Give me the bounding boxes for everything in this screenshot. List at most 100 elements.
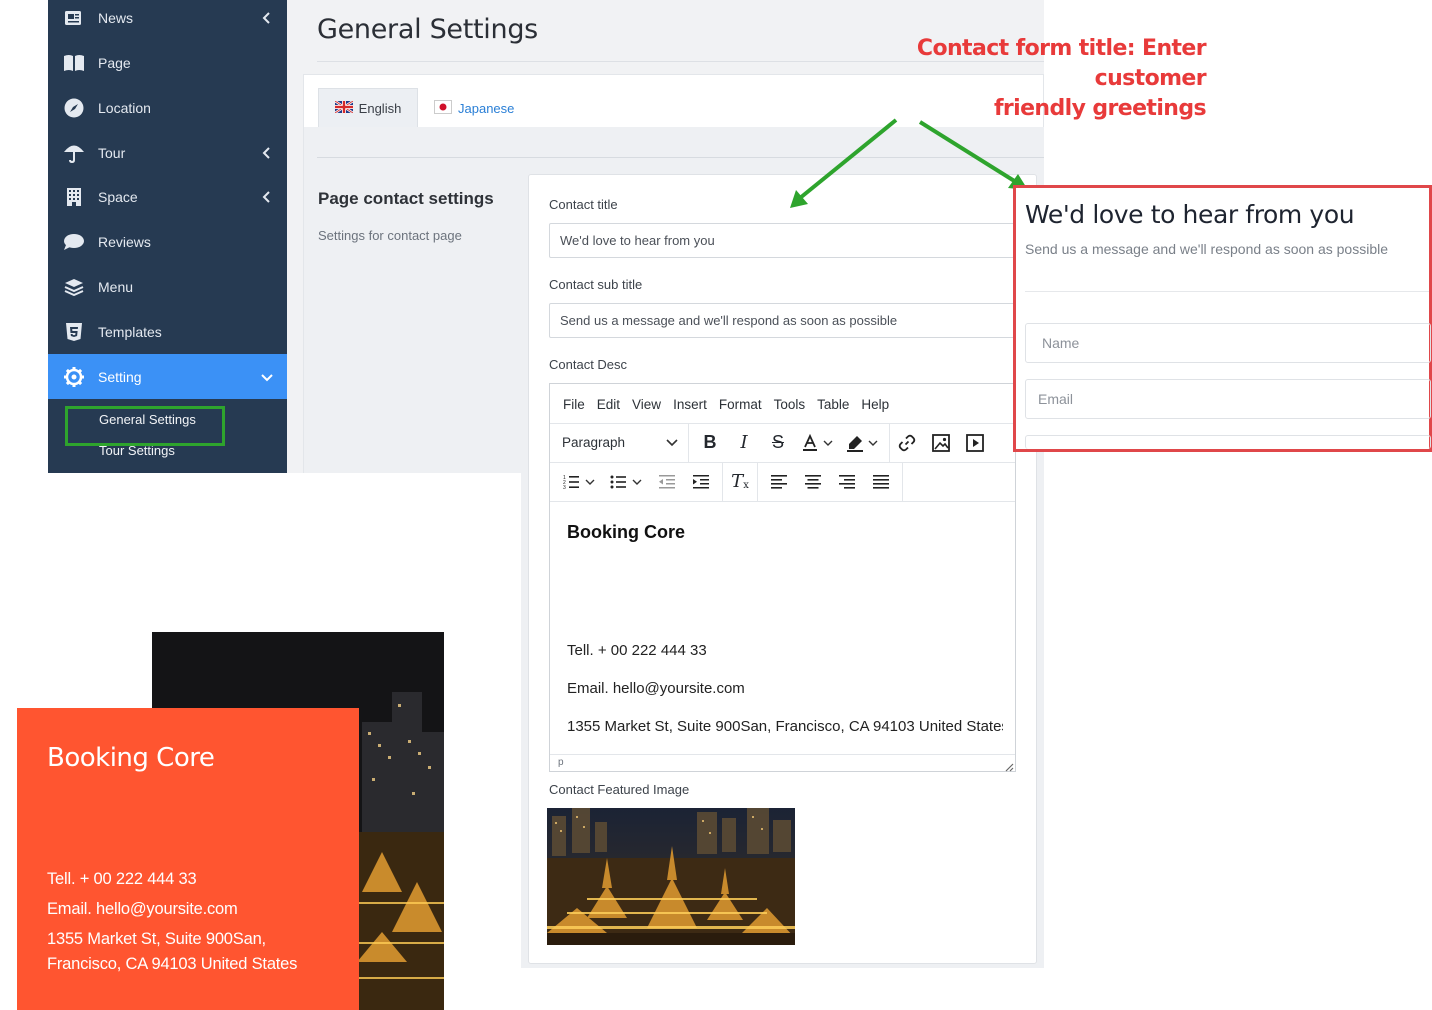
contact-desc-label: Contact Desc [549,357,628,372]
text-color-icon[interactable] [795,426,839,460]
sidebar-item-page[interactable]: Page [48,41,287,85]
sidebar-item-label: Location [98,100,151,116]
align-right-icon[interactable] [830,465,864,499]
menu-format[interactable]: Format [715,397,770,412]
strikethrough-icon[interactable]: S [761,426,795,460]
sidebar-item-space[interactable]: Space [48,175,287,219]
sidebar-item-label: Templates [98,324,162,340]
contact-title-input[interactable]: We'd love to hear from you [549,223,1019,258]
featured-image[interactable] [547,808,795,945]
editor-menubar: File Edit View Insert Format Tools Table… [550,385,897,423]
sidebar-item-label: News [98,10,134,26]
contact-card-title: Booking Core [47,743,215,773]
preview-title: We'd love to hear from you [1025,200,1355,229]
menu-help[interactable]: Help [857,397,897,412]
contact-card-email: Email. hello@yoursite.com [47,900,238,918]
sidebar-item-label: Menu [98,279,134,295]
bullet-list-icon[interactable] [602,465,650,499]
sidebar-item-tour[interactable]: Tour [48,131,287,175]
preview-email-input[interactable]: Email [1025,379,1431,419]
element-path[interactable]: p [558,757,564,768]
contact-subtitle-label: Contact sub title [549,277,643,292]
contact-card-address-1: 1355 Market St, Suite 900San, [47,930,266,948]
sidebar-item-label: Tour [98,145,126,161]
preview-name-input[interactable]: Name [1025,323,1431,363]
contact-card-address-2: Francisco, CA 94103 United States [47,955,298,973]
sidebar-item-news[interactable]: News [48,0,287,40]
sidebar-item-location[interactable]: Location [48,86,287,130]
newspaper-icon [48,9,98,27]
sidebar-item-setting[interactable]: Setting [48,354,287,399]
menu-file[interactable]: File [550,397,593,412]
editor-heading: Booking Core [567,522,686,542]
chevron-left-icon [247,147,287,159]
tab-label: Japanese [458,100,515,116]
admin-sidebar: News Page Location Tour Space Reviews Me… [48,0,287,473]
editor-toolbar-row-1: Paragraph B I S [550,423,1015,462]
uk-flag-icon [334,99,354,116]
gear-icon [48,366,98,388]
section-description: Settings for contact page [318,228,462,243]
tab-japanese[interactable]: Japanese [434,96,514,120]
comment-icon [48,233,98,251]
indent-icon[interactable] [684,465,718,499]
book-icon [48,54,98,72]
chevron-left-icon [247,191,287,203]
sidebar-item-label: Setting [98,368,142,385]
align-center-icon[interactable] [796,465,830,499]
contact-card-tel: Tell. + 00 222 444 33 [47,870,197,888]
annotation-arrows [790,118,1028,208]
featured-image-label: Contact Featured Image [549,782,690,797]
bold-icon[interactable]: B [693,426,727,460]
chevron-down-icon [247,372,287,382]
menu-tools[interactable]: Tools [770,397,814,412]
annotation-line-1: Contact form title: Enter customer [916,36,1207,91]
menu-insert[interactable]: Insert [669,397,715,412]
contact-title-label: Contact title [549,197,618,212]
compass-icon [48,98,98,118]
link-icon[interactable] [890,426,924,460]
italic-icon[interactable]: I [727,426,761,460]
umbrella-icon [48,143,98,163]
sidebar-item-label: Space [98,189,138,205]
resize-handle-icon[interactable] [1004,759,1014,777]
numbered-list-icon[interactable]: 123 [550,465,602,499]
sidebar-item-reviews[interactable]: Reviews [48,220,287,264]
menu-view[interactable]: View [628,397,669,412]
highlight-color-icon[interactable] [839,426,885,460]
clear-formatting-icon[interactable]: Tx [723,465,757,499]
media-icon[interactable] [958,426,992,460]
chevron-down-icon [666,435,678,450]
layers-icon [48,278,98,296]
editor-toolbar-row-2: 123 Tx [550,462,1015,501]
sidebar-item-templates[interactable]: Templates [48,310,287,354]
align-justify-icon[interactable] [864,465,898,499]
block-format-select[interactable]: Paragraph [550,424,688,462]
editor-statusbar: p [550,754,1015,771]
highlight-box [65,406,225,446]
preview-subtitle: Send us a message and we'll respond as s… [1025,241,1389,257]
editor-line-address-clip: 1355 Market St, Suite 900San, Francisco,… [567,718,1003,735]
sidebar-item-menu[interactable]: Menu [48,265,287,309]
sidebar-item-label: Reviews [98,234,151,250]
block-format-value: Paragraph [562,435,626,450]
divider [1025,291,1429,292]
japan-flag-icon [434,99,452,117]
page-title: General Settings [317,14,538,45]
menu-edit[interactable]: Edit [593,397,628,412]
tab-english[interactable]: English [318,88,418,127]
editor-line-tel: Tell. + 00 222 444 33 [567,642,707,659]
svg-text:3: 3 [563,485,566,490]
sidebar-item-label: Page [98,55,131,71]
image-icon[interactable] [924,426,958,460]
tab-label: English [358,100,402,116]
preview-next-input[interactable] [1025,435,1431,449]
menu-table[interactable]: Table [813,397,857,412]
align-left-icon[interactable] [762,465,796,499]
editor-line-address: 1355 Market St, Suite 900San, Francisco,… [567,718,1003,735]
html5-icon [48,322,98,342]
building-icon [48,187,98,207]
outdent-icon[interactable] [650,465,684,499]
section-title: Page contact settings [318,189,494,208]
contact-subtitle-input[interactable]: Send us a message and we'll respond as s… [549,303,1019,338]
